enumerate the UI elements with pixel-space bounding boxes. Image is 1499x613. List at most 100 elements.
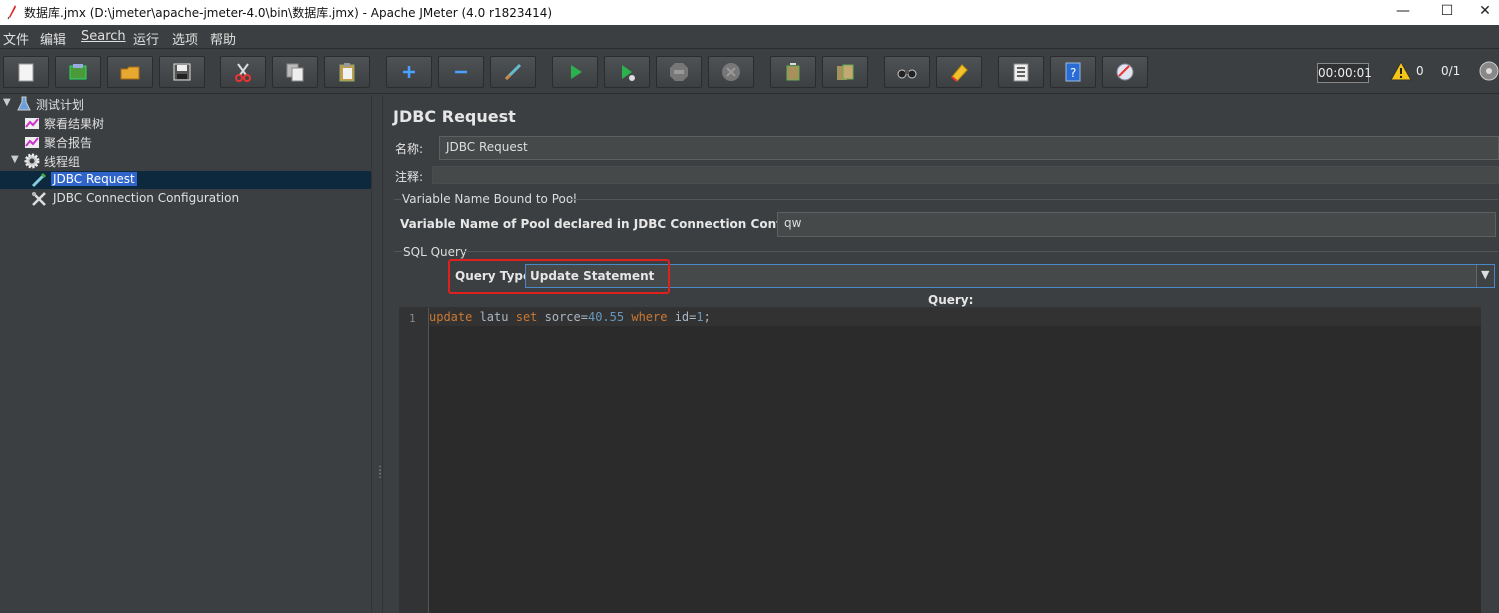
window-title: 数据库.jmx (D:\jmeter\apache-jmeter-4.0\bin… (24, 6, 553, 20)
save-button[interactable] (159, 56, 205, 88)
minus-icon (455, 70, 467, 74)
query-type-select[interactable]: Update Statement ▼ (525, 264, 1495, 288)
menu-edit[interactable]: 编辑 (40, 29, 66, 48)
code-token-text: latu (472, 310, 516, 324)
reset-search-button[interactable] (936, 56, 982, 88)
code-token-keyword: update (429, 310, 473, 324)
expand-all-button[interactable] (386, 56, 432, 88)
plus-icon (403, 66, 415, 78)
templates-button[interactable] (55, 56, 101, 88)
panel-splitter[interactable]: ⋮ ⋮ (371, 95, 385, 613)
clear-button[interactable] (770, 56, 816, 88)
remote-icon (1116, 63, 1134, 81)
sampler-pipette-icon (31, 172, 47, 188)
code-token-number: 40.55 (587, 310, 625, 324)
code-token-text: ; (703, 310, 711, 324)
name-field[interactable]: JDBC Request (439, 136, 1499, 160)
warning-count: 0 (1416, 64, 1424, 78)
start-button[interactable] (552, 56, 598, 88)
elapsed-timer: 00:00:01 (1317, 63, 1372, 83)
test-plan-tree: ▼ 测试计划 察看结果树 聚合报告 ▼ 线程组 JDBC Request JDB… (0, 95, 371, 613)
search-button[interactable] (884, 56, 930, 88)
play-icon (571, 65, 582, 79)
tree-item-jdbc-connection-config[interactable]: JDBC Connection Configuration (0, 190, 371, 208)
line-number: 1 (409, 312, 416, 325)
start-no-pauses-button[interactable] (604, 56, 650, 88)
menu-options[interactable]: 选项 (172, 29, 198, 48)
tree-item-jdbc-request[interactable]: JDBC Request (0, 171, 371, 189)
jmeter-feather-icon (7, 5, 16, 20)
eraser-icon (951, 64, 968, 82)
list-icon (1013, 63, 1029, 82)
help-button[interactable]: ? (1050, 56, 1096, 88)
wand-icon (504, 63, 522, 81)
test-plan-icon (17, 96, 31, 111)
code-token-keyword: where (631, 310, 668, 324)
listener-icon (25, 137, 39, 148)
menu-run[interactable]: 运行 (133, 29, 159, 48)
menu-bar: 文件 编辑 Search 运行 选项 帮助 (0, 25, 1499, 49)
minimize-button[interactable]: — (1380, 0, 1426, 25)
tree-item-test-plan[interactable]: ▼ 测试计划 (0, 95, 371, 113)
broom-icon (786, 63, 800, 81)
cut-icon (235, 63, 251, 82)
tree-label-test-plan: 测试计划 (36, 98, 85, 112)
active-threads: 0/1 (1441, 64, 1461, 78)
editor-scrollbar[interactable] (1481, 307, 1499, 613)
tree-label-aggregate-report: 聚合报告 (44, 136, 93, 150)
close-button[interactable]: ✕ (1462, 0, 1499, 25)
copy-icon (286, 63, 304, 82)
config-tools-icon (32, 192, 46, 206)
warning-icon[interactable] (1390, 61, 1412, 81)
sql-query-group-title: SQL Query (403, 245, 468, 259)
help-icon: ? (1065, 62, 1081, 82)
tree-label-thread-group: 线程组 (44, 155, 81, 169)
menu-search[interactable]: Search (81, 29, 126, 44)
paste-icon (339, 63, 355, 82)
remote-button[interactable] (1102, 56, 1148, 88)
clear-all-button[interactable] (822, 56, 868, 88)
stop-button[interactable] (656, 56, 702, 88)
sql-query-editor[interactable]: 1 update latu set sorce=40.55 where id=1… (399, 307, 1481, 613)
chevron-down-icon: ▼ (1481, 268, 1490, 281)
save-icon (173, 63, 191, 81)
status-globe-icon (1479, 61, 1499, 81)
expand-arrow-icon[interactable]: ▼ (3, 97, 11, 108)
code-line[interactable]: update latu set sorce=40.55 where id=1; (429, 308, 1481, 326)
menu-help[interactable]: 帮助 (210, 29, 236, 48)
function-helper-button[interactable] (998, 56, 1044, 88)
templates-icon (69, 64, 87, 80)
tree-item-thread-group[interactable]: ▼ 线程组 (0, 152, 371, 170)
expand-arrow-icon[interactable]: ▼ (11, 154, 19, 165)
tree-label-jdbc-request: JDBC Request (51, 172, 137, 186)
name-label: 名称: (395, 142, 424, 156)
cut-button[interactable] (220, 56, 266, 88)
paste-button[interactable] (324, 56, 370, 88)
open-button[interactable] (107, 56, 153, 88)
tree-label-view-results-tree: 察看结果树 (44, 117, 105, 131)
shutdown-icon (722, 63, 740, 81)
tree-item-view-results-tree[interactable]: 察看结果树 (0, 114, 371, 132)
listener-icon (25, 118, 39, 129)
comment-field[interactable] (432, 166, 1499, 184)
code-token-text: sorce= (537, 310, 588, 324)
new-button[interactable] (3, 56, 49, 88)
shutdown-button[interactable] (708, 56, 754, 88)
line-number-gutter: 1 (399, 308, 429, 613)
tree-item-aggregate-report[interactable]: 聚合报告 (0, 133, 371, 151)
toolbar: ? 00:00:01 0 0/1 (0, 49, 1499, 94)
panel-title: JDBC Request (393, 107, 516, 126)
copy-button[interactable] (272, 56, 318, 88)
thread-group-gear-icon (24, 153, 40, 169)
collapse-all-button[interactable] (438, 56, 484, 88)
pool-name-field[interactable]: qw (777, 212, 1496, 237)
play-no-pause-icon (622, 65, 635, 81)
binoculars-icon (897, 69, 917, 79)
window-title-bar: 数据库.jmx (D:\jmeter\apache-jmeter-4.0\bin… (0, 0, 1499, 25)
menu-file[interactable]: 文件 (3, 29, 29, 48)
stop-icon (670, 63, 688, 81)
toggle-button[interactable] (490, 56, 536, 88)
annotation-highlight-box (448, 259, 670, 294)
code-token-text: id= (667, 310, 697, 324)
dropdown-arrow-button[interactable]: ▼ (1476, 265, 1494, 287)
